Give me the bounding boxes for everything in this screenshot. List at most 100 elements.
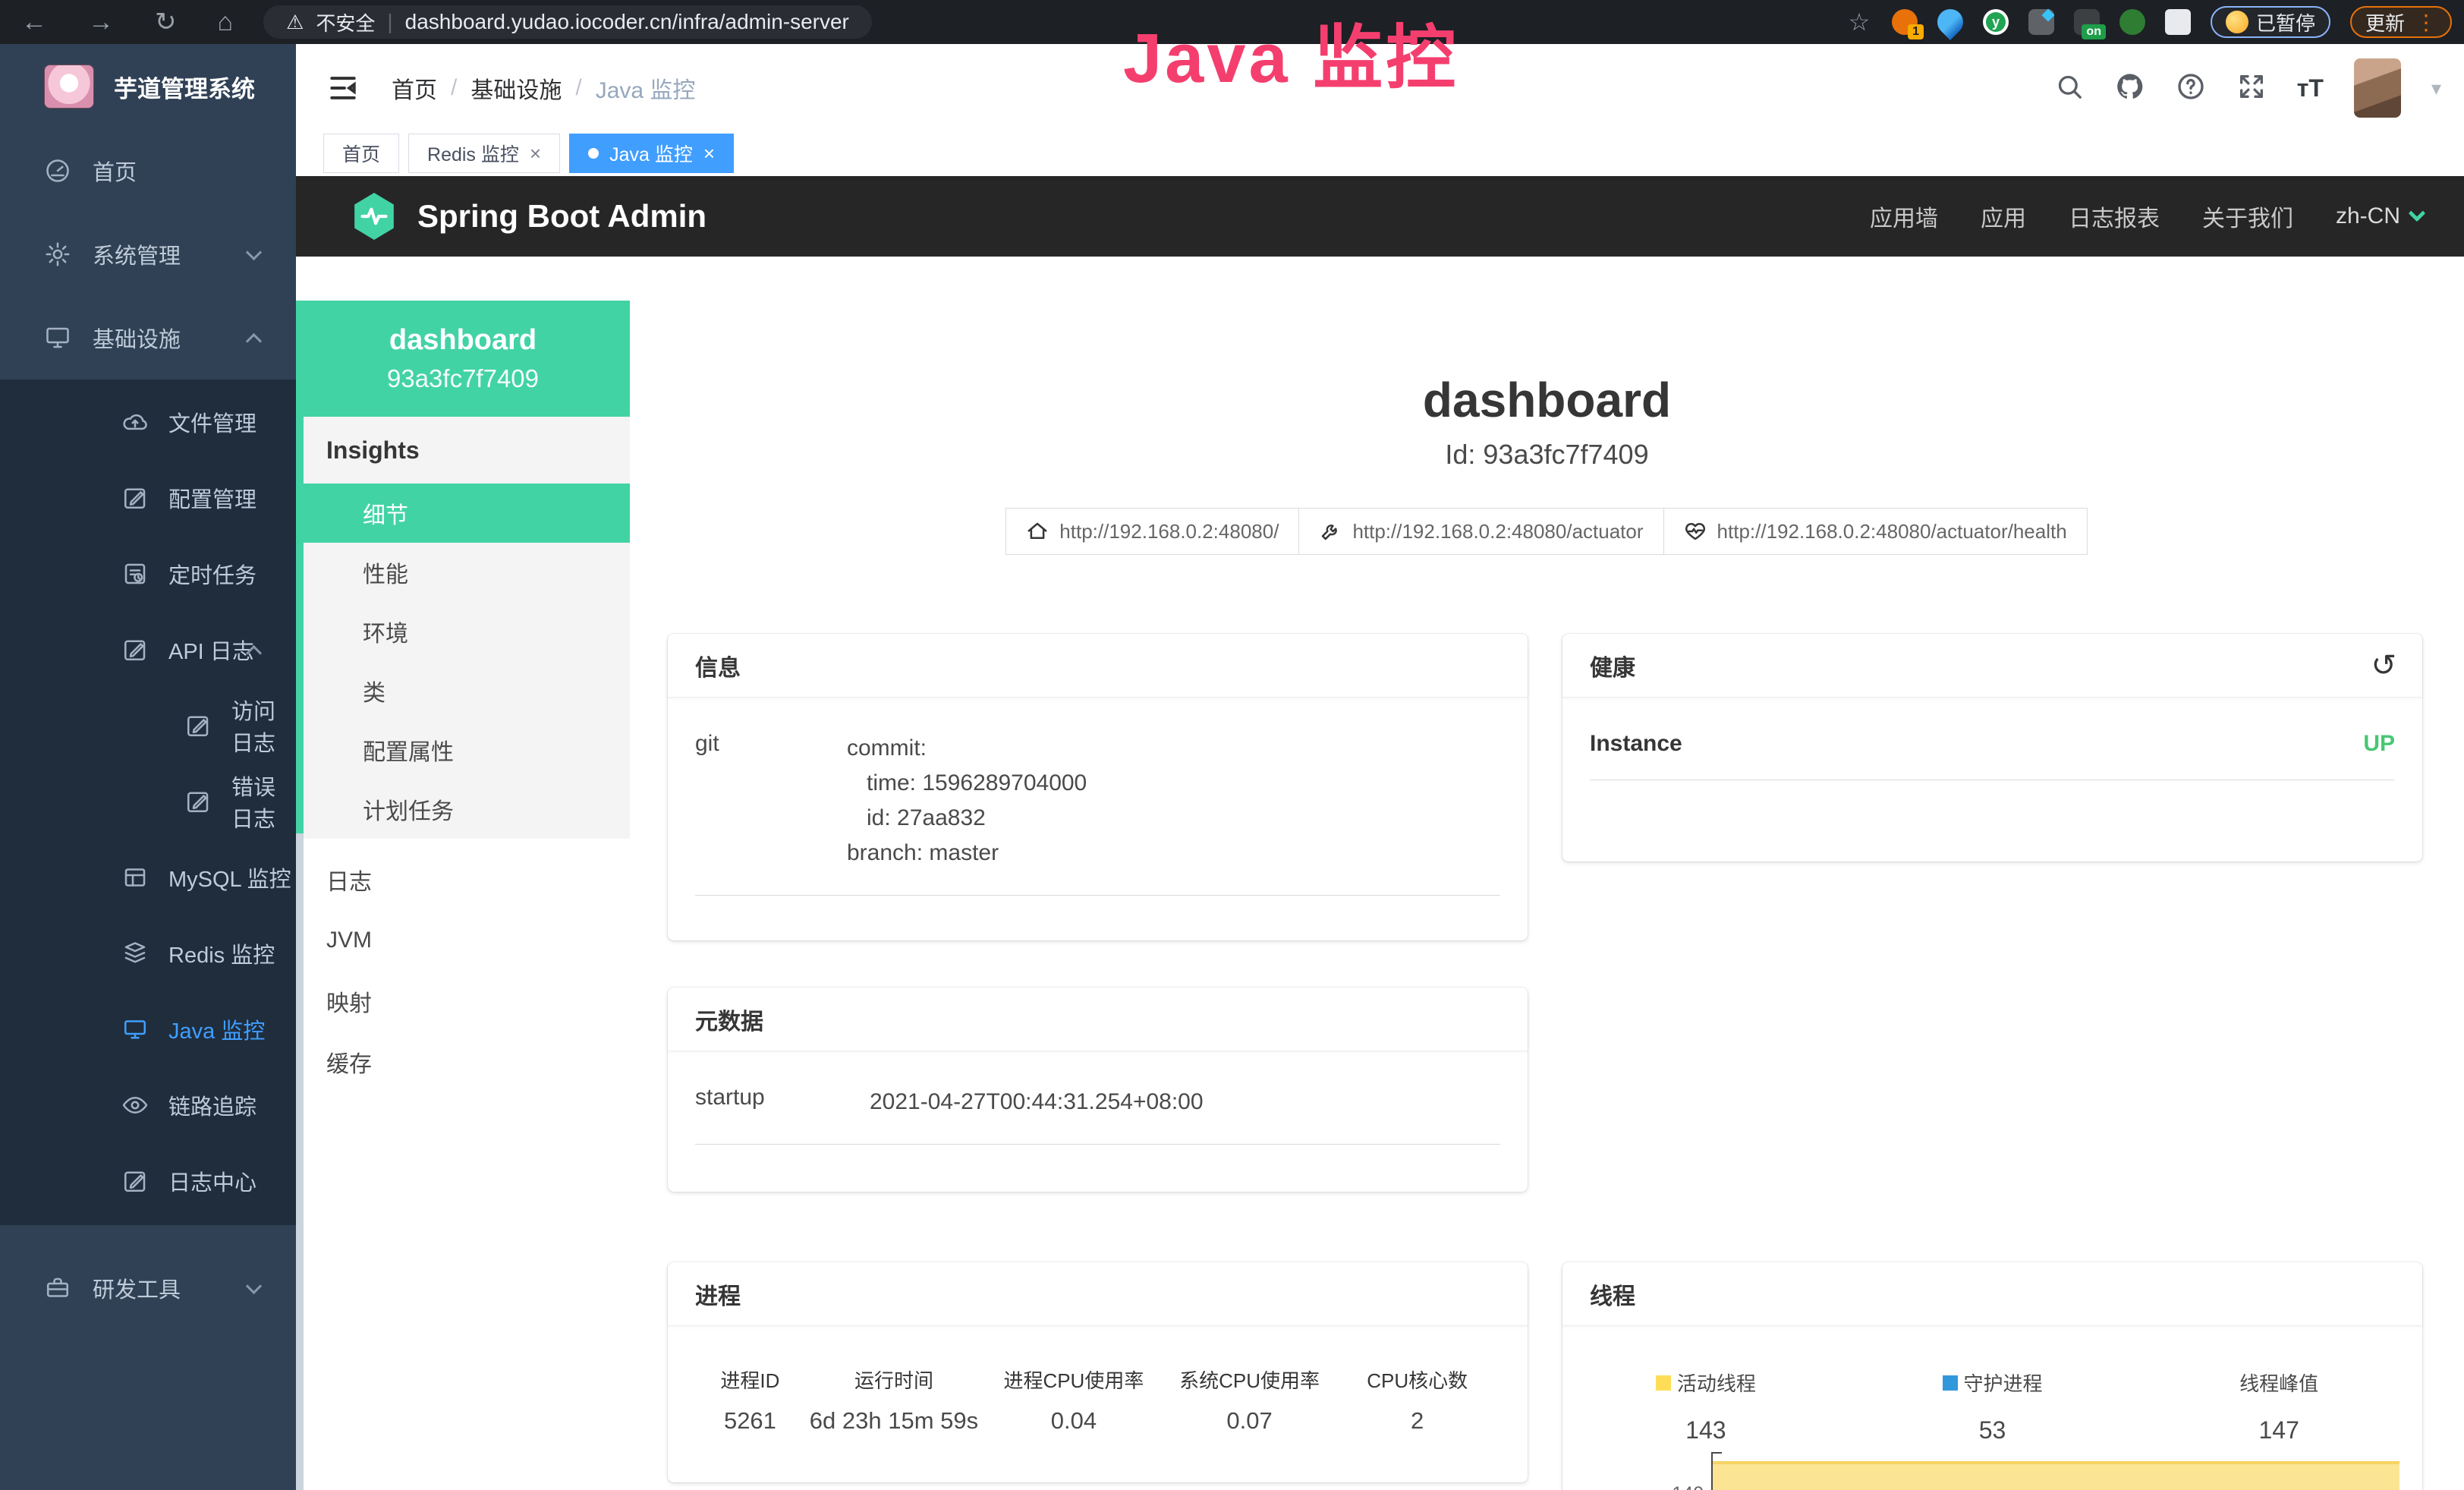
github-icon[interactable] [2115,71,2145,106]
bookmark-star-icon[interactable]: ☆ [1846,9,1872,35]
health-status-badge: UP [2363,731,2395,757]
sba-nav-applications[interactable]: 应用 [1981,200,2026,233]
sba-item-config-props[interactable]: 配置属性 [304,720,630,780]
sba-item-scheduled-tasks[interactable]: 计划任务 [304,780,630,839]
paused-badge[interactable]: 已暂停 [2211,6,2330,38]
font-size-icon[interactable]: тT [2297,74,2324,102]
sidebar-item-api-log[interactable]: API 日志 [0,612,296,688]
sba-item-mappings[interactable]: 映射 [296,971,630,1032]
back-icon[interactable]: ← [21,8,47,37]
app-logo-row[interactable]: 芋道管理系统 [0,44,296,129]
sba-item-classes[interactable]: 类 [304,661,630,720]
sba-nav-wallboard[interactable]: 应用墙 [1870,200,1938,233]
y-extension-icon[interactable]: y [1983,9,2009,35]
sba-instance-header[interactable]: dashboard 93a3fc7f7409 [296,301,630,417]
sba-nav-about[interactable]: 关于我们 [2202,200,2293,233]
sba-item-details[interactable]: 细节 [304,484,630,543]
infra-submenu: 文件管理 配置管理 定时任务 API 日志 [0,380,296,1225]
help-icon[interactable] [2176,71,2206,106]
health-card-title: 健康 [1590,649,1635,682]
y-extension-letter: y [1986,12,2006,32]
extension-badge: 1 [1908,24,1924,39]
sba-body: dashboard 93a3fc7f7409 Insights 细节 性能 环境… [296,301,2464,1490]
threads-legend: 活动线程 143 守护进程 53 线程峰值 147 [1562,1369,2422,1444]
user-avatar[interactable] [2354,58,2401,118]
close-icon[interactable]: × [703,142,715,165]
grid-extension-icon[interactable] [2028,9,2054,35]
forward-icon[interactable]: → [88,8,114,37]
sidebar-item-access-log[interactable]: 访问日志 [0,688,296,764]
tabs-extension-icon[interactable]: on [2074,9,2100,35]
service-url-button[interactable]: http://192.168.0.2:48080/ [1005,508,1299,555]
legend-value: 53 [1849,1416,2136,1444]
sidebar-item-infra[interactable]: 基础设施 [0,296,296,380]
task-list-icon [121,560,149,587]
legend-value: 147 [2135,1416,2422,1444]
sidebar-fold-icon[interactable] [326,71,360,105]
breadcrumb-home[interactable]: 首页 [392,71,437,105]
monitor-icon [44,324,71,351]
breadcrumb-current: Java 监控 [596,71,696,105]
sidebar-item-jobs[interactable]: 定时任务 [0,536,296,612]
sidebar-item-mysql[interactable]: MySQL 监控 [0,840,296,915]
health-instance-label: Instance [1590,731,1682,757]
spring-boot-admin-logo-icon [351,191,398,242]
sba-header: Spring Boot Admin 应用墙 应用 日志报表 关于我们 zh-CN [296,176,2464,257]
reload-icon[interactable]: ↻ [155,7,177,37]
sidebar-item-system[interactable]: 系统管理 [0,213,296,296]
sba-item-caches[interactable]: 缓存 [296,1032,630,1092]
tab-home[interactable]: 首页 [323,134,399,173]
sidebar-item-tracing[interactable]: 链路追踪 [0,1067,296,1143]
sba-nav-journal[interactable]: 日志报表 [2069,200,2160,233]
threads-chart: 140 120 100 [1562,1441,2422,1490]
sidebar-item-redis[interactable]: Redis 监控 [0,915,296,991]
sba-item-jvm[interactable]: JVM [296,910,630,971]
health-url-text: http://192.168.0.2:48080/actuator/health [1717,520,2067,543]
startup-row: startup 2021-04-27T00:44:31.254+08:00 [695,1085,1500,1145]
col-pid: 进程ID [698,1366,802,1394]
edit-icon [184,788,212,815]
val-process-cpu: 0.04 [986,1407,1162,1435]
update-button[interactable]: 更新 ⋮ [2350,6,2452,38]
close-icon[interactable]: × [530,142,541,165]
sidebar-item-home[interactable]: 首页 [0,129,296,213]
legend-live-threads: 活动线程 143 [1562,1369,1849,1444]
breadcrumb-infra[interactable]: 基础设施 [470,71,562,105]
tab-java-active[interactable]: Java 监控 × [569,134,734,173]
sba-item-logs[interactable]: 日志 [296,849,630,910]
home-icon[interactable]: ⌂ [218,8,234,37]
sidebar-item-dev-tools[interactable]: 研发工具 [0,1246,296,1330]
sba-top-items: 日志 JVM 映射 缓存 [296,839,630,1092]
history-icon[interactable]: ↺ [2371,648,2396,683]
sidebar-item-label: 错误日志 [231,770,296,833]
sidebar-item-files[interactable]: 文件管理 [0,384,296,460]
fullscreen-icon[interactable] [2236,71,2267,106]
cloud-upload-icon [121,408,149,436]
sba-language-select[interactable]: zh-CN [2336,203,2423,229]
sidebar-item-config[interactable]: 配置管理 [0,460,296,536]
sidebar-item-java-monitor[interactable]: Java 监控 [0,991,296,1067]
search-extension-icon[interactable] [2119,9,2145,35]
health-url-button[interactable]: http://192.168.0.2:48080/actuator/health [1663,508,2088,555]
extension-orange-icon[interactable]: 1 [1892,9,1918,35]
startup-key: startup [695,1085,870,1120]
sidebar-item-log-center[interactable]: 日志中心 [0,1143,296,1219]
sidebar-item-error-log[interactable]: 错误日志 [0,764,296,840]
layers-icon [121,940,149,967]
actuator-url-button[interactable]: http://192.168.0.2:48080/actuator [1298,508,1663,555]
avatar-caret-icon[interactable]: ▾ [2431,77,2441,100]
browser-menu-dots-icon[interactable]: ⋮ [2415,10,2437,35]
pin-extension-icon[interactable] [1932,4,1968,40]
search-icon[interactable] [2054,71,2085,106]
sba-item-metrics[interactable]: 性能 [304,543,630,602]
tab-redis[interactable]: Redis 监控 × [408,134,560,173]
header-actions: тT ▾ [2054,58,2441,118]
url-bar[interactable]: ⚠ 不安全 | dashboard.yudao.iocoder.cn/infra… [263,5,872,39]
page-title: dashboard [630,372,2464,428]
info-card: 信息 git commit: time: 1596289704000 id: 2… [668,634,1528,940]
sba-scrollbar[interactable] [296,833,304,1490]
briefcase-icon [44,1274,71,1302]
sba-item-environment[interactable]: 环境 [304,602,630,661]
git-time-line: time: 1596289704000 [847,766,1087,801]
puzzle-extension-icon[interactable] [2165,9,2191,35]
